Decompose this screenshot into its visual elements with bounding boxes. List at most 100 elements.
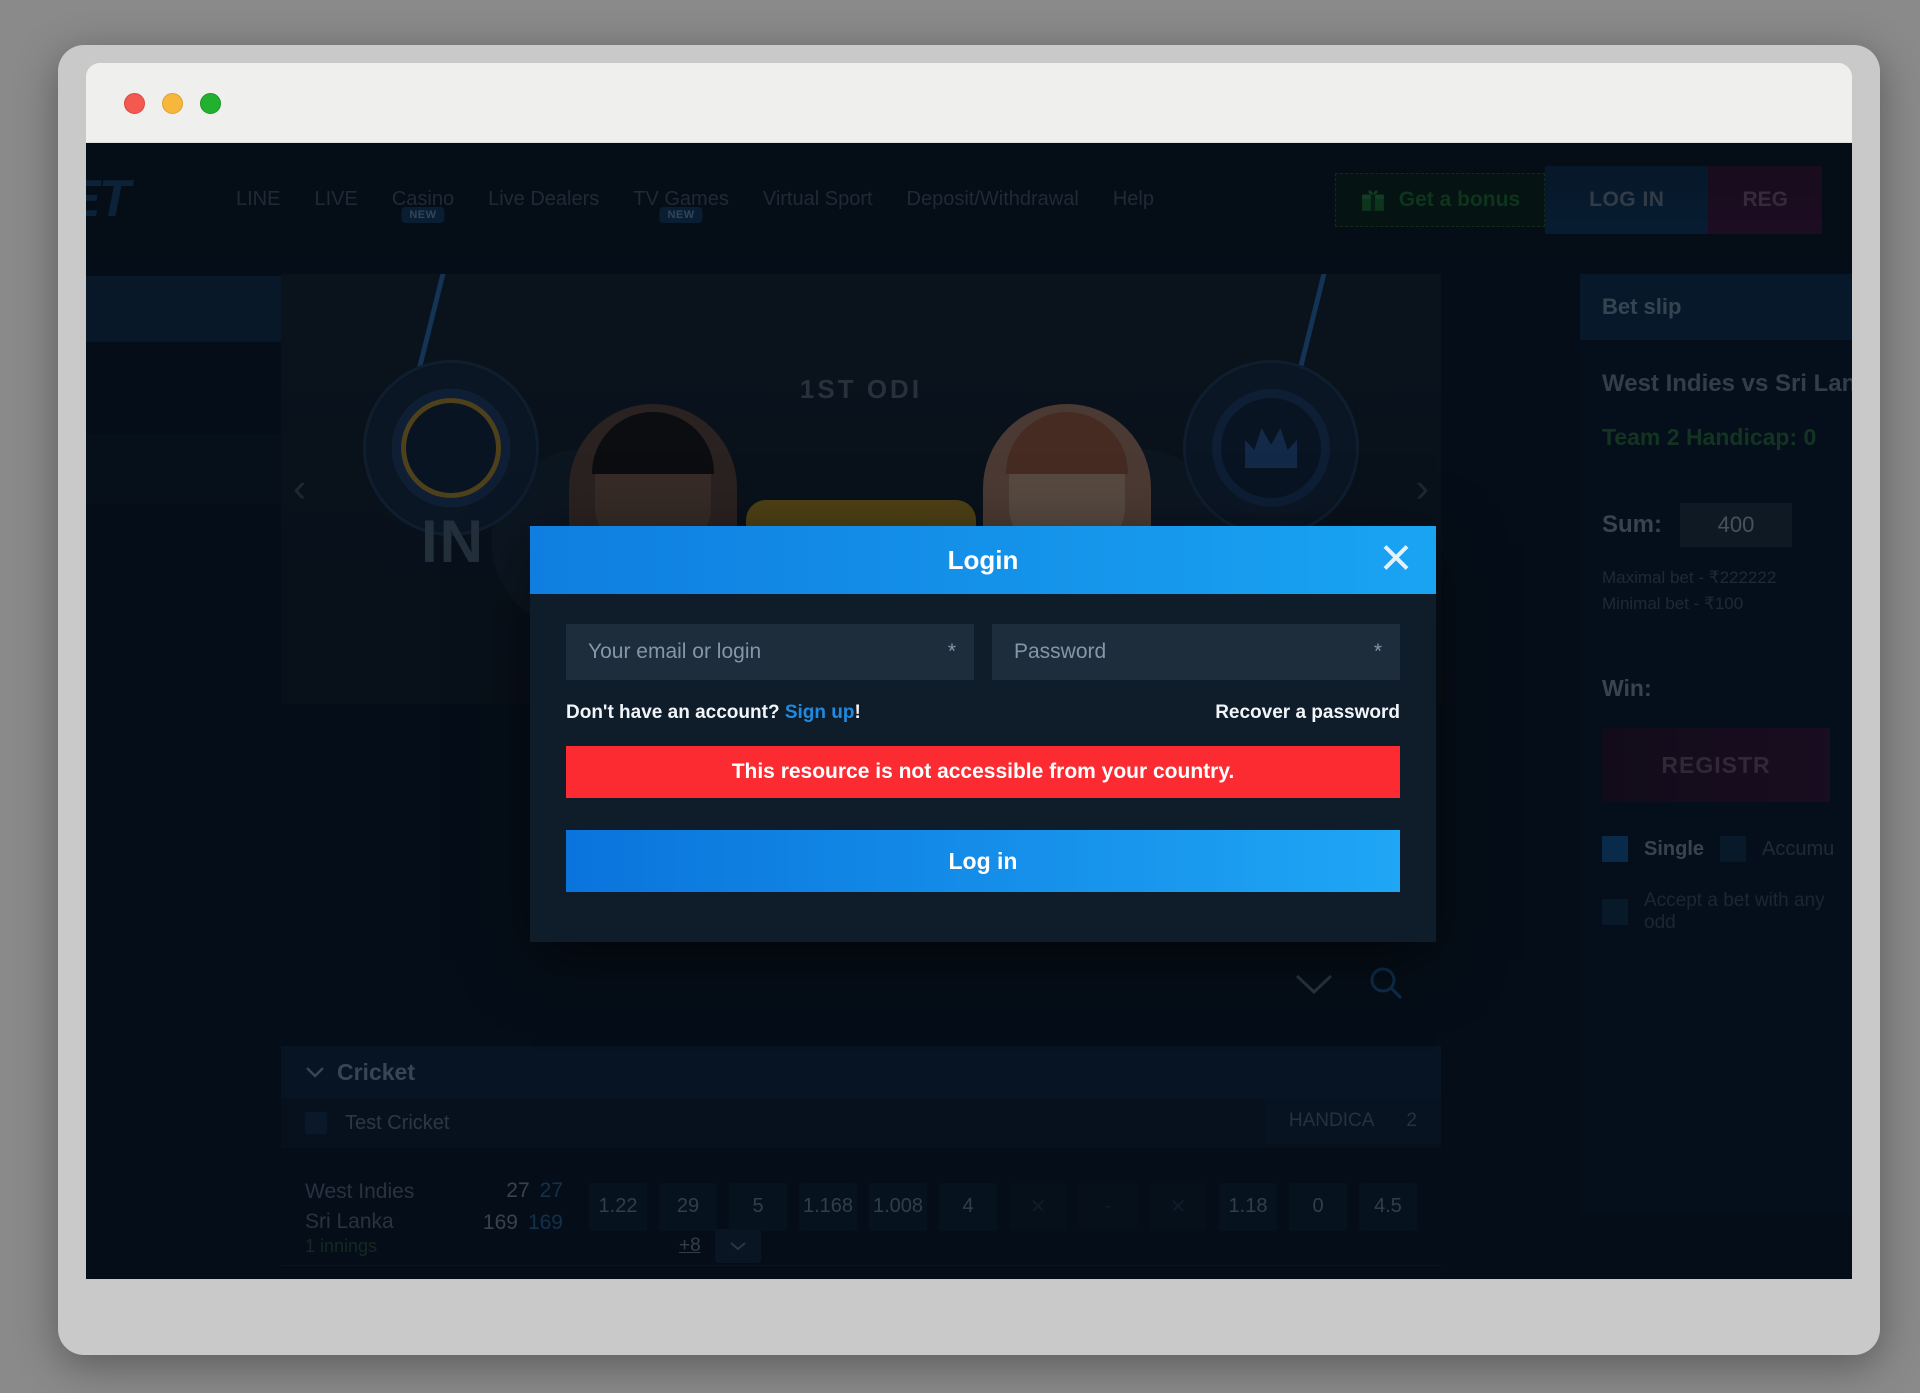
close-icon[interactable] <box>1378 540 1414 581</box>
nav-label: LIVE <box>314 188 358 210</box>
more-markets-link[interactable]: +8 <box>679 1235 701 1257</box>
nav-item-casino[interactable]: NEW Casino <box>375 188 471 223</box>
login-modal-header: Login <box>530 526 1436 594</box>
site-header: ET LINE LIVE NEW Casino Live Dealers <box>86 143 1852 256</box>
device-frame: ET LINE LIVE NEW Casino Live Dealers <box>58 45 1880 1355</box>
odd-cell[interactable]: 1.22 <box>589 1182 647 1231</box>
sport-table-header[interactable]: Cricket <box>281 1046 1441 1098</box>
password-field[interactable] <box>992 624 1400 680</box>
table-row[interactable]: West Indies Sri Lanka 1 innings 27 27 169… <box>281 1148 1441 1266</box>
bet-type-accumulator-radio[interactable] <box>1720 836 1747 862</box>
password-field-wrapper: * <box>992 624 1400 680</box>
odd-cell[interactable]: 4 <box>939 1182 997 1231</box>
bet-type-single-radio[interactable] <box>1602 836 1628 862</box>
get-bonus-button[interactable]: Get a bonus <box>1334 172 1546 227</box>
odd-cell[interactable]: 1.008 <box>869 1182 927 1231</box>
banner-prev-arrow[interactable]: ‹ <box>293 467 306 512</box>
nav-item-line[interactable]: LINE <box>219 188 297 211</box>
banner-title: IN <box>421 508 485 575</box>
sum-label: Sum: <box>1602 511 1662 538</box>
innings-status: 1 innings <box>305 1236 378 1256</box>
sidebar-panel-secondary[interactable] <box>86 434 281 504</box>
odd-cell-disabled: ✕ <box>1009 1182 1067 1231</box>
left-sidebar <box>86 256 281 1279</box>
minimize-window-button[interactable] <box>162 93 183 114</box>
banner-subtitle: 1ST ODI <box>799 374 923 404</box>
maximize-window-button[interactable] <box>200 93 221 114</box>
expand-markets-button[interactable] <box>714 1229 761 1263</box>
odd-cell[interactable]: 5 <box>729 1182 787 1231</box>
login-modal-body: * * Don't have an account? Sign up! Reco… <box>530 594 1436 892</box>
nav-item-virtual-sport[interactable]: Virtual Sport <box>746 188 890 211</box>
page-viewport: ET LINE LIVE NEW Casino Live Dealers <box>86 143 1852 1279</box>
nav-item-live[interactable]: LIVE <box>297 188 374 211</box>
error-message: This resource is not accessible from you… <box>566 746 1400 798</box>
nav-label: Virtual Sport <box>762 188 873 210</box>
handicap-column-header: HANDICA 2 <box>1264 1098 1441 1144</box>
search-icon[interactable] <box>1367 964 1405 1002</box>
site-logo[interactable]: ET <box>86 169 130 229</box>
team-crest-right <box>1183 360 1359 536</box>
header-register-label: REG <box>1742 187 1788 211</box>
odd-cell[interactable]: 0 <box>1289 1182 1347 1231</box>
nav-item-deposit-withdrawal[interactable]: Deposit/Withdrawal <box>890 188 1096 211</box>
required-mark: * <box>1373 640 1382 663</box>
odd-cell-disabled: ✕ <box>1149 1182 1207 1231</box>
header-login-button[interactable]: LOG IN <box>1545 165 1709 234</box>
league-checkbox[interactable] <box>305 1112 327 1134</box>
odd-cell[interactable]: 1.18 <box>1219 1182 1277 1231</box>
bet-slip-body: West Indies vs Sri Lanka Team 2 Handicap… <box>1580 340 1852 934</box>
bet-type-accumulator-label: Accumu <box>1762 837 1835 860</box>
crest-inner <box>1212 389 1330 507</box>
signup-prompt-text: Don't have an account? <box>566 702 785 723</box>
sum-input[interactable] <box>1680 503 1792 547</box>
odd-cell[interactable]: 1.168 <box>799 1182 857 1231</box>
header-actions: Get a bonus LOG IN REG <box>1334 143 1822 256</box>
recover-password-link[interactable]: Recover a password <box>1215 702 1400 724</box>
login-modal: Login * <box>530 526 1436 942</box>
odd-cell-disabled: - <box>1079 1182 1137 1231</box>
bet-slip-register-label: REGISTR <box>1661 751 1771 778</box>
player-hair <box>592 412 714 474</box>
chevron-down-icon <box>730 1242 746 1251</box>
nav-item-tv-games[interactable]: NEW TV Games <box>616 188 746 223</box>
match-scores: 27 27 169 169 <box>483 1175 571 1239</box>
email-field[interactable] <box>566 624 974 680</box>
odd-cell[interactable]: 4.5 <box>1359 1182 1417 1231</box>
team1-score: 27 <box>506 1178 530 1202</box>
nav-item-help[interactable]: Help <box>1096 188 1171 211</box>
chevron-down-icon <box>306 1067 324 1078</box>
bet-slip-sum-row: Sum: <box>1602 503 1830 547</box>
sidebar-panel-top[interactable] <box>86 276 281 342</box>
sport-name: Cricket <box>337 1058 415 1085</box>
more-markets-group: +8 <box>679 1229 761 1263</box>
main-navigation: LINE LIVE NEW Casino Live Dealers NEW TV <box>219 143 1171 256</box>
bet-slip-register-button[interactable]: REGISTR <box>1602 728 1830 802</box>
close-window-button[interactable] <box>124 93 145 114</box>
bet-slip-panel: Bet slip West Indies vs Sri Lanka Team 2… <box>1580 274 1852 1214</box>
content-toolbar <box>281 928 1441 1038</box>
nav-label: LINE <box>236 188 281 210</box>
header-login-label: LOG IN <box>1589 187 1665 211</box>
minimal-bet: Minimal bet - ₹100 <box>1602 594 1744 613</box>
get-bonus-label: Get a bonus <box>1398 187 1521 211</box>
odd-cell[interactable]: 29 <box>659 1182 717 1231</box>
credentials-row: * * <box>566 624 1400 680</box>
signup-prompt: Don't have an account? Sign up! <box>566 702 861 724</box>
team2-score-alt: 169 <box>527 1210 563 1234</box>
login-submit-button[interactable]: Log in <box>566 830 1400 892</box>
modal-links-row: Don't have an account? Sign up! Recover … <box>566 702 1400 724</box>
score-line-2: 169 169 <box>483 1207 563 1239</box>
new-badge: NEW <box>401 207 445 223</box>
crown-icon <box>1245 428 1297 468</box>
banner-next-arrow[interactable]: › <box>1416 467 1429 512</box>
sport-group-title: Cricket <box>281 1059 415 1086</box>
header-register-button[interactable]: REG <box>1708 165 1822 234</box>
signup-link[interactable]: Sign up <box>785 702 855 723</box>
nav-item-live-dealers[interactable]: Live Dealers <box>471 188 616 211</box>
score-line-1: 27 27 <box>483 1175 563 1207</box>
accept-any-odds-checkbox[interactable] <box>1602 899 1628 925</box>
accept-any-odds-row: Accept a bet with any odd <box>1602 890 1830 934</box>
window-controls <box>124 93 221 114</box>
chevron-down-icon[interactable] <box>1291 968 1337 998</box>
